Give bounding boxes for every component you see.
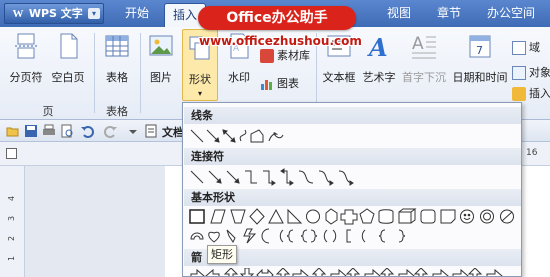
group-label-table: 表格	[106, 105, 128, 118]
attachment-icon	[512, 87, 526, 101]
line-shapes-icon[interactable]	[189, 127, 299, 145]
insert-attachment-label: 插入	[529, 87, 550, 100]
object-button[interactable]: 对象	[512, 64, 550, 80]
picture-icon	[149, 35, 173, 56]
blank-page-label: 空白页	[51, 71, 85, 84]
block-arrows-icon[interactable]	[189, 268, 519, 277]
undo-icon[interactable]	[80, 124, 94, 138]
calendar-icon: 7	[469, 35, 491, 58]
tab-office-space[interactable]: 办公空间	[478, 0, 544, 27]
blank-page-button[interactable]: 空白页	[50, 31, 86, 85]
save-icon[interactable]	[24, 124, 38, 138]
basic-shapes-icon[interactable]	[189, 208, 519, 226]
watermark-label: 水印	[228, 71, 250, 84]
chart-icon	[261, 80, 272, 90]
redo-icon[interactable]	[104, 124, 118, 138]
field-button[interactable]: 域	[512, 39, 540, 55]
material-library-icon	[260, 49, 274, 63]
basic-shapes-more-icon[interactable]	[189, 227, 429, 245]
table-label: 表格	[106, 71, 128, 84]
field-label: 域	[529, 41, 540, 54]
section-basic-shapes-header: 基本形状	[184, 189, 521, 206]
insert-attachment-button[interactable]: 插入	[512, 85, 550, 101]
tab-stop-selector[interactable]	[6, 148, 17, 159]
watermark-badge: Office办公助手	[198, 6, 356, 30]
shape-tooltip: 矩形	[207, 245, 237, 264]
blank-page-icon	[60, 33, 78, 59]
customize-arrow-icon[interactable]	[126, 124, 140, 138]
basic-shapes-row-1	[189, 208, 519, 226]
page-break-icon	[15, 33, 37, 59]
picture-button[interactable]: 图片	[146, 31, 176, 85]
page-break-button[interactable]: 分页符	[8, 31, 44, 85]
picture-label: 图片	[150, 71, 172, 84]
object-label: 对象	[529, 66, 550, 79]
textbox-label: 文本框	[322, 71, 356, 84]
ruler-number: 3	[7, 215, 17, 222]
print-preview-icon[interactable]	[60, 124, 74, 138]
chevron-down-icon: ▾	[88, 8, 100, 19]
tab-home[interactable]: 开始	[116, 0, 158, 27]
dropcap-icon: A	[412, 34, 436, 59]
connectors-shape-row	[189, 168, 359, 186]
object-icon	[512, 66, 526, 80]
ribbon-separator	[140, 33, 141, 113]
document-tab-label[interactable]: 文档	[162, 124, 184, 140]
print-icon[interactable]	[42, 124, 56, 138]
dropcap-label: 首字下沉	[402, 71, 446, 84]
ribbon-separator	[94, 33, 95, 113]
document-icon	[145, 124, 157, 138]
lines-shape-row	[189, 127, 299, 145]
section-connectors-header: 连接符	[184, 148, 521, 165]
group-label-page: 页	[42, 105, 54, 118]
arrows-shape-row	[189, 268, 519, 277]
datetime-label: 日期和时间	[452, 71, 508, 84]
open-folder-icon[interactable]	[6, 124, 20, 138]
material-library-label: 素材库	[277, 49, 310, 62]
chart-button[interactable]: 图表	[260, 75, 299, 91]
page-break-label: 分页符	[9, 71, 43, 84]
svg-text:A: A	[367, 33, 388, 61]
tab-view[interactable]: 视图	[378, 0, 420, 27]
wordart-icon: A	[367, 33, 388, 62]
chevron-down-icon: ▾	[197, 89, 202, 98]
shapes-label: 形状	[189, 73, 211, 86]
datetime-button[interactable]: 7 日期和时间	[452, 31, 508, 85]
app-name: WPS 文字	[28, 7, 83, 20]
watermark-url: www.officezhushou.com	[199, 34, 362, 48]
connector-shapes-icon[interactable]	[189, 168, 359, 186]
svg-text:7: 7	[476, 44, 483, 57]
section-lines-header: 线条	[184, 107, 521, 124]
wps-logo-icon: W	[12, 8, 24, 20]
ruler-number: 16	[526, 148, 538, 158]
material-library-button[interactable]: 素材库	[260, 47, 310, 63]
table-icon	[105, 35, 129, 57]
table-button[interactable]: 表格	[100, 31, 134, 85]
ruler-number: 1	[7, 255, 17, 262]
vertical-ruler: 4 3 2 1	[0, 166, 25, 277]
basic-shapes-row-2	[189, 227, 429, 245]
dropcap-button[interactable]: A 首字下沉	[400, 31, 448, 85]
field-icon	[512, 41, 526, 55]
tab-chapter[interactable]: 章节	[428, 0, 470, 27]
svg-text:A: A	[412, 34, 424, 54]
wordart-label: 艺术字	[362, 71, 396, 84]
wordart-button[interactable]: A 艺术字	[360, 31, 398, 85]
app-menu-button[interactable]: W WPS 文字 ▾	[4, 3, 104, 24]
ruler-number: 4	[7, 195, 17, 202]
chart-label: 图表	[277, 77, 299, 90]
ruler-number: 2	[7, 235, 17, 242]
